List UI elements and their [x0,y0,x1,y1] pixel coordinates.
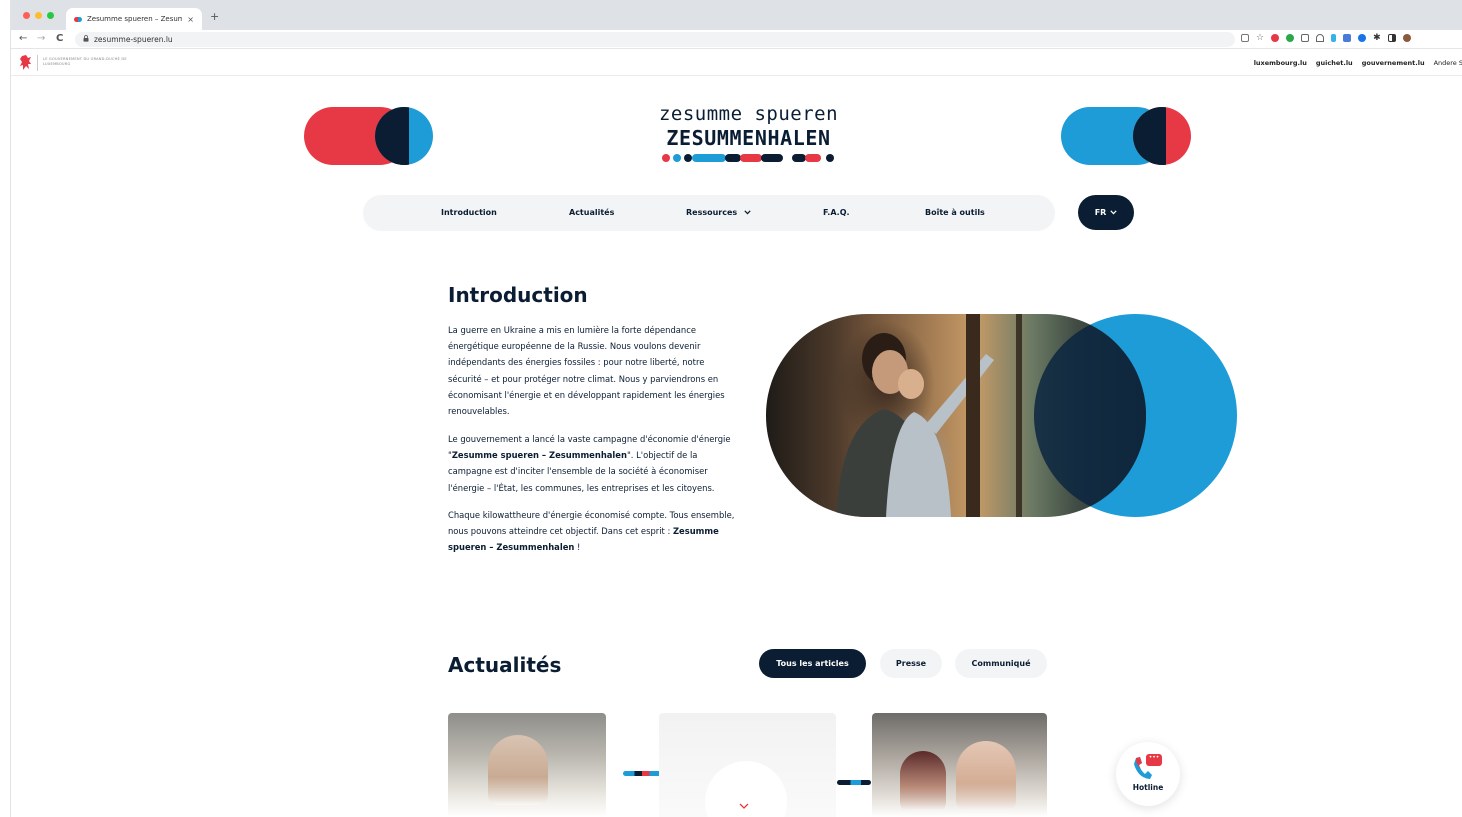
intro-paragraph-2: Le gouvernement a lancé la vaste campagn… [448,434,731,493]
intro-heading: Introduction [448,283,588,307]
browser-toolbar: ← → C zesumme-spueren.lu ☆ ✱ [11,30,1462,49]
news-connector-graphic [623,771,661,776]
hotline-button[interactable]: ••• Hotline [1116,742,1180,806]
nav-introduction[interactable]: Introduction [441,208,497,217]
chat-bubble-icon: ••• [1146,754,1162,766]
back-button[interactable]: ← [19,33,27,45]
extension-translate-icon[interactable] [1343,34,1352,42]
campaign-name: Zesumme spueren – Zesummenhalen [451,450,627,461]
news-card-2[interactable] [659,713,836,817]
filter-communique[interactable]: Communiqué [955,649,1047,678]
maximize-window-button[interactable] [47,12,54,19]
browser-tab[interactable]: Zesumme spueren – Zesumm × [66,8,202,30]
favicon-icon [74,16,82,22]
gov-link-guichet[interactable]: guichet.lu [1316,59,1353,67]
chevron-down-icon [739,801,749,812]
nav-ressources-label: Ressources [686,208,738,217]
news-card-1[interactable] [448,713,606,817]
nav-faq[interactable]: F.A.Q. [823,208,850,217]
gov-link-other-sites[interactable]: Andere S [1434,59,1462,67]
hotline-label: Hotline [1132,783,1164,792]
language-selector-button[interactable]: FR [1078,195,1134,230]
news-card-3[interactable] [872,713,1047,817]
tab-title: Zesumme spueren – Zesumm [87,15,183,23]
forward-button[interactable]: → [37,33,45,45]
intro-paragraph-3: Chaque kilowattheure d'énergie économisé… [448,510,735,553]
filter-presse[interactable]: Presse [880,649,942,678]
close-window-button[interactable] [23,12,30,19]
bookmark-star-icon[interactable]: ☆ [1256,34,1264,43]
chevron-down-icon [744,208,751,217]
logo-line-1[interactable]: zesumme spueren [651,103,846,125]
reload-button[interactable]: C [56,33,63,45]
gov-links: luxembourg.lu guichet.lu gouvernement.lu… [1254,59,1462,67]
government-bar: LE GOUVERNEMENT DU GRAND-DUCHÉ DE LUXEMB… [11,50,1462,76]
extension-drive-icon[interactable] [1316,34,1325,42]
url-text: zesumme-spueren.lu [94,35,173,44]
news-connector-graphic [837,780,871,785]
intro-hero-image [766,314,1238,517]
news-heading: Actualités [448,653,562,677]
luxembourg-lion-icon[interactable] [19,54,33,72]
news-card-3-image-person [956,741,1016,811]
tab-close-icon[interactable]: × [187,15,194,24]
nav-boite-a-outils[interactable]: Boîte à outils [925,208,985,217]
share-icon[interactable] [1241,34,1249,42]
extension-blue-icon[interactable] [1331,34,1337,42]
extension-g-icon[interactable] [1358,34,1367,42]
filter-all-articles[interactable]: Tous les articles [759,649,866,678]
chevron-down-icon [1110,208,1117,217]
gov-divider [37,55,38,71]
extension-frame-icon[interactable] [1301,34,1310,42]
intro-paragraph-1: La guerre en Ukraine a mis en lumière la… [448,325,725,417]
gov-logo-text[interactable]: LE GOUVERNEMENT DU GRAND-DUCHÉ DE LUXEMB… [43,57,133,67]
main-navigation: Introduction Actualités Ressources F.A.Q… [363,195,1055,231]
lock-icon [83,35,89,44]
sidepanel-icon[interactable] [1387,34,1396,42]
hero-overlap-shade [1034,314,1237,517]
profile-avatar[interactable] [1402,34,1411,42]
gov-link-gouvernement[interactable]: gouvernement.lu [1362,59,1425,67]
address-bar[interactable]: zesumme-spueren.lu [75,32,1235,47]
browser-titlebar: Zesumme spueren – Zesumm × + [11,0,1462,30]
logo-dots-graphic [662,154,842,162]
extensions-puzzle-icon[interactable]: ✱ [1373,34,1381,43]
new-tab-button[interactable]: + [210,11,219,22]
gov-link-luxembourg[interactable]: luxembourg.lu [1254,59,1307,67]
extension-green-icon[interactable] [1286,34,1295,42]
extensions-bar: ☆ ✱ [1241,34,1411,43]
nav-ressources[interactable]: Ressources [686,208,751,217]
minimize-window-button[interactable] [35,12,42,19]
browser-window: Zesumme spueren – Zesumm × + ← → C zesum… [10,0,1462,817]
extension-adblock-icon[interactable] [1271,34,1280,42]
language-label: FR [1094,208,1107,217]
news-card-3-image-person [900,751,946,811]
logo-line-2[interactable]: ZESUMMENHALEN [651,126,846,150]
nav-actualites[interactable]: Actualités [569,208,614,217]
news-card-1-image [488,735,548,805]
